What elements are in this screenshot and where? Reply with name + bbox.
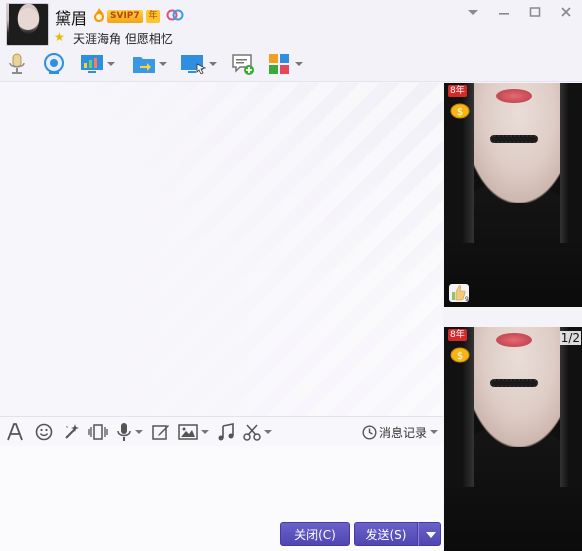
window-menu-button[interactable] — [458, 0, 489, 26]
shake-button[interactable] — [88, 422, 108, 442]
voice-message-button[interactable] — [116, 422, 143, 442]
thumbs-count: 9 — [465, 296, 469, 303]
svip-badge[interactable]: SVIP7 — [107, 10, 143, 23]
my-photo[interactable]: 8年 $ 1/2 — [444, 327, 582, 551]
qq-link-icon[interactable] — [166, 9, 184, 21]
page-indicator: 1/2 — [559, 331, 581, 345]
magic-wand-icon — [65, 424, 79, 439]
share-screen-button[interactable] — [80, 50, 115, 78]
svip-flame-icon[interactable] — [92, 7, 106, 23]
message-history-button[interactable]: 消息记录 — [362, 422, 439, 442]
minimize-button[interactable] — [489, 0, 520, 26]
send-file-button[interactable] — [132, 50, 167, 78]
input-toolbar: 消息记录 — [0, 416, 443, 446]
video-call-button[interactable] — [42, 50, 66, 78]
chevron-down-icon[interactable] — [264, 428, 272, 436]
chat-window: 黛眉 SVIP7 年 ★ 天涯海角 但愿相忆 消息记录 关闭(C) 发送(S) … — [0, 0, 582, 551]
contact-avatar[interactable] — [6, 3, 49, 46]
microphone-icon — [9, 53, 25, 74]
close-button[interactable]: 关闭(C) — [280, 522, 350, 546]
remote-desktop-button[interactable] — [180, 50, 217, 78]
star-icon: ★ — [54, 30, 65, 44]
app-grid-icon — [269, 54, 289, 74]
svg-text:$: $ — [457, 351, 463, 362]
voice-call-button[interactable] — [8, 50, 26, 78]
music-button[interactable] — [217, 422, 235, 442]
font-a-icon — [7, 423, 23, 441]
top-toolbar — [0, 50, 340, 80]
gold-coin-icon: $ — [450, 347, 470, 363]
chevron-down-icon — [426, 532, 436, 538]
image-icon — [178, 424, 198, 440]
friend-years-badge: 8年 — [448, 85, 467, 97]
smiley-icon — [35, 423, 53, 441]
scissors-icon — [243, 424, 261, 441]
font-button[interactable] — [7, 422, 23, 442]
vibrate-icon — [88, 424, 108, 440]
webcam-icon — [44, 53, 64, 74]
contact-photo[interactable]: 8年 $ 9 — [444, 83, 582, 307]
message-history-label: 消息记录 — [379, 425, 428, 440]
chevron-down-icon[interactable] — [201, 428, 209, 436]
chevron-down-icon[interactable] — [135, 428, 143, 436]
gold-coin-icon: $ — [450, 103, 470, 119]
chevron-down-icon[interactable] — [159, 60, 167, 68]
edit-icon — [152, 425, 169, 440]
monitor-chart-icon — [81, 55, 103, 73]
mic-icon — [117, 423, 131, 441]
create-discussion-button[interactable] — [231, 50, 255, 78]
doodle-button[interactable] — [152, 422, 170, 442]
thumbs-up-icon[interactable]: 9 — [448, 283, 470, 303]
send-button[interactable]: 发送(S) — [354, 522, 418, 546]
chat-header: 黛眉 SVIP7 年 ★ 天涯海角 但愿相忆 — [0, 0, 582, 82]
screenshot-button[interactable] — [243, 422, 272, 442]
message-history-area[interactable] — [0, 83, 443, 416]
friend-years-badge: 8年 — [448, 329, 467, 341]
emoji-button[interactable] — [35, 422, 53, 442]
chevron-down-icon[interactable] — [209, 60, 217, 68]
magic-button[interactable] — [63, 422, 81, 442]
music-note-icon — [218, 423, 234, 441]
chevron-down-icon[interactable] — [295, 60, 303, 68]
remote-screen-icon — [181, 55, 206, 74]
contact-signature: 天涯海角 但愿相忆 — [73, 32, 173, 46]
apps-button[interactable] — [268, 50, 303, 78]
window-controls — [458, 0, 582, 26]
contact-name[interactable]: 黛眉 — [55, 5, 87, 29]
image-button[interactable] — [178, 422, 209, 442]
chat-add-icon — [232, 54, 254, 75]
close-window-button[interactable] — [551, 0, 582, 26]
folder-arrow-icon — [133, 57, 155, 73]
year-badge[interactable]: 年 — [146, 10, 160, 23]
chevron-down-icon[interactable] — [430, 428, 439, 436]
message-input[interactable] — [0, 446, 443, 520]
chevron-down-icon[interactable] — [107, 60, 115, 68]
contact-profile-panel: 8年 $ 9 8年 $ 1/2 — [443, 83, 582, 551]
send-options-button[interactable] — [418, 522, 441, 546]
clock-icon — [362, 424, 377, 440]
svg-text:$: $ — [457, 107, 463, 118]
maximize-button[interactable] — [520, 0, 551, 26]
